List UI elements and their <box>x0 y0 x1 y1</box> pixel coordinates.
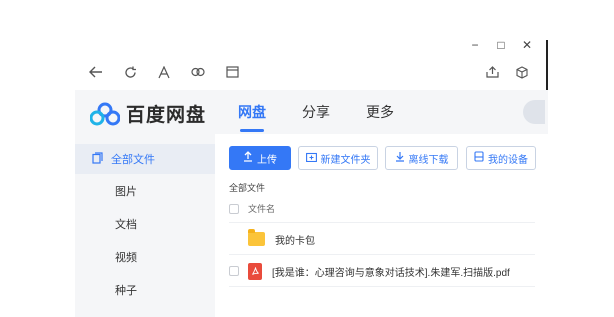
download-icon <box>395 151 405 165</box>
maximize-button[interactable]: □ <box>488 38 514 52</box>
new-folder-icon <box>305 152 317 165</box>
sidebar-item-label: 图片 <box>115 186 137 198</box>
breadcrumb[interactable]: 全部文件 <box>229 181 265 194</box>
toolbar <box>88 64 240 80</box>
share-icon[interactable] <box>484 64 500 80</box>
window-controls: − □ ✕ <box>462 38 540 52</box>
my-devices-label: 我的设备 <box>488 154 528 166</box>
avatar[interactable] <box>523 100 545 124</box>
logo: 百度网盘 <box>89 100 207 127</box>
divider <box>229 254 535 255</box>
table-row[interactable]: 我的卡包 <box>229 229 315 249</box>
folder-icon <box>248 229 265 246</box>
upload-icon <box>243 151 253 165</box>
close-button[interactable]: ✕ <box>514 38 540 52</box>
offline-download-button[interactable]: 离线下载 <box>385 146 458 170</box>
file-name[interactable]: [我是谁：心理咨询与意象对话技术].朱建军.扫描版.pdf <box>272 264 510 279</box>
tab-wangpan[interactable]: 网盘 <box>238 102 266 132</box>
cube-icon[interactable] <box>514 64 530 80</box>
sidebar-item-images[interactable]: 图片 <box>75 176 215 206</box>
offline-download-label: 离线下载 <box>408 154 449 166</box>
sidebar-item-label: 种子 <box>115 285 137 297</box>
toolbar-right <box>484 64 530 80</box>
pdf-icon <box>248 262 262 280</box>
link-icon[interactable] <box>190 64 206 80</box>
sidebar: 全部文件 图片 文档 视频 种子 <box>75 134 215 317</box>
baidu-cloud-logo-icon <box>89 102 121 126</box>
device-icon <box>474 151 484 165</box>
sidebar-item-torrents[interactable]: 种子 <box>75 275 215 305</box>
upload-button[interactable]: 上传 <box>229 146 291 170</box>
main-nav: 网盘 分享 更多 <box>238 102 394 132</box>
file-name[interactable]: 我的卡包 <box>275 232 315 247</box>
column-filename[interactable]: 文件名 <box>248 202 275 215</box>
table-row[interactable]: [我是谁：心理咨询与意象对话技术].朱建军.扫描版.pdf <box>229 261 510 281</box>
new-folder-button[interactable]: 新建文件夹 <box>298 146 378 170</box>
sidebar-item-label: 视频 <box>115 252 137 264</box>
sidebar-item-documents[interactable]: 文档 <box>75 209 215 239</box>
logo-text: 百度网盘 <box>126 105 207 126</box>
table-header: 文件名 <box>229 202 275 215</box>
row-checkbox[interactable] <box>229 266 239 276</box>
my-devices-button[interactable]: 我的设备 <box>466 146 536 170</box>
back-arrow-icon[interactable] <box>88 64 104 80</box>
minimize-button[interactable]: − <box>462 38 488 52</box>
upload-label: 上传 <box>257 154 277 166</box>
tab-more[interactable]: 更多 <box>366 102 394 122</box>
files-icon <box>92 151 103 167</box>
new-folder-label: 新建文件夹 <box>320 154 371 166</box>
sidebar-item-all-files[interactable]: 全部文件 <box>75 144 215 174</box>
font-icon[interactable] <box>156 64 172 80</box>
sidebar-item-label: 全部文件 <box>111 154 155 166</box>
divider <box>229 222 535 223</box>
sidebar-item-label: 文档 <box>115 219 137 231</box>
panel-icon[interactable] <box>224 64 240 80</box>
select-all-checkbox[interactable] <box>229 203 239 214</box>
sidebar-item-videos[interactable]: 视频 <box>75 242 215 272</box>
refresh-icon[interactable] <box>122 64 138 80</box>
tab-share[interactable]: 分享 <box>302 102 330 122</box>
divider <box>229 286 535 287</box>
